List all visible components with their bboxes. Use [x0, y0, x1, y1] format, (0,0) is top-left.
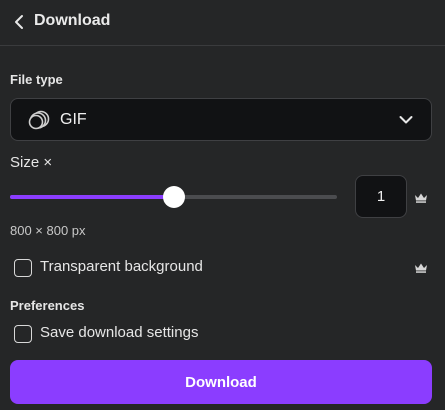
size-slider[interactable]	[10, 186, 337, 208]
transparent-background-label: Transparent background	[40, 258, 203, 275]
back-button[interactable]	[8, 10, 30, 34]
size-multiplier-input[interactable]: 1	[355, 175, 407, 218]
save-settings-label: Save download settings	[40, 324, 199, 341]
gif-file-icon	[28, 110, 50, 130]
transparent-background-option[interactable]: Transparent background	[14, 258, 274, 278]
save-settings-checkbox[interactable]	[14, 325, 32, 343]
chevron-down-icon	[399, 116, 413, 124]
slider-fill	[10, 195, 174, 199]
save-settings-option[interactable]: Save download settings	[14, 324, 274, 344]
crown-icon	[415, 193, 427, 203]
slider-thumb[interactable]	[162, 186, 185, 208]
transparent-background-checkbox[interactable]	[14, 259, 32, 277]
preferences-label: Preferences	[10, 298, 85, 313]
file-type-value: GIF	[60, 111, 87, 128]
dimensions-text: 800 × 800 px	[10, 223, 86, 238]
file-type-dropdown[interactable]: GIF	[10, 98, 432, 141]
chevron-left-icon	[15, 15, 23, 29]
crown-icon	[415, 263, 427, 273]
size-label: Size ×	[10, 154, 53, 171]
panel-header: Download	[0, 0, 445, 46]
panel-title: Download	[34, 12, 111, 29]
file-type-label: File type	[10, 72, 63, 87]
download-panel: Download File type GIF Size × 1 800 × 80…	[0, 0, 445, 410]
download-button[interactable]: Download	[10, 360, 432, 404]
